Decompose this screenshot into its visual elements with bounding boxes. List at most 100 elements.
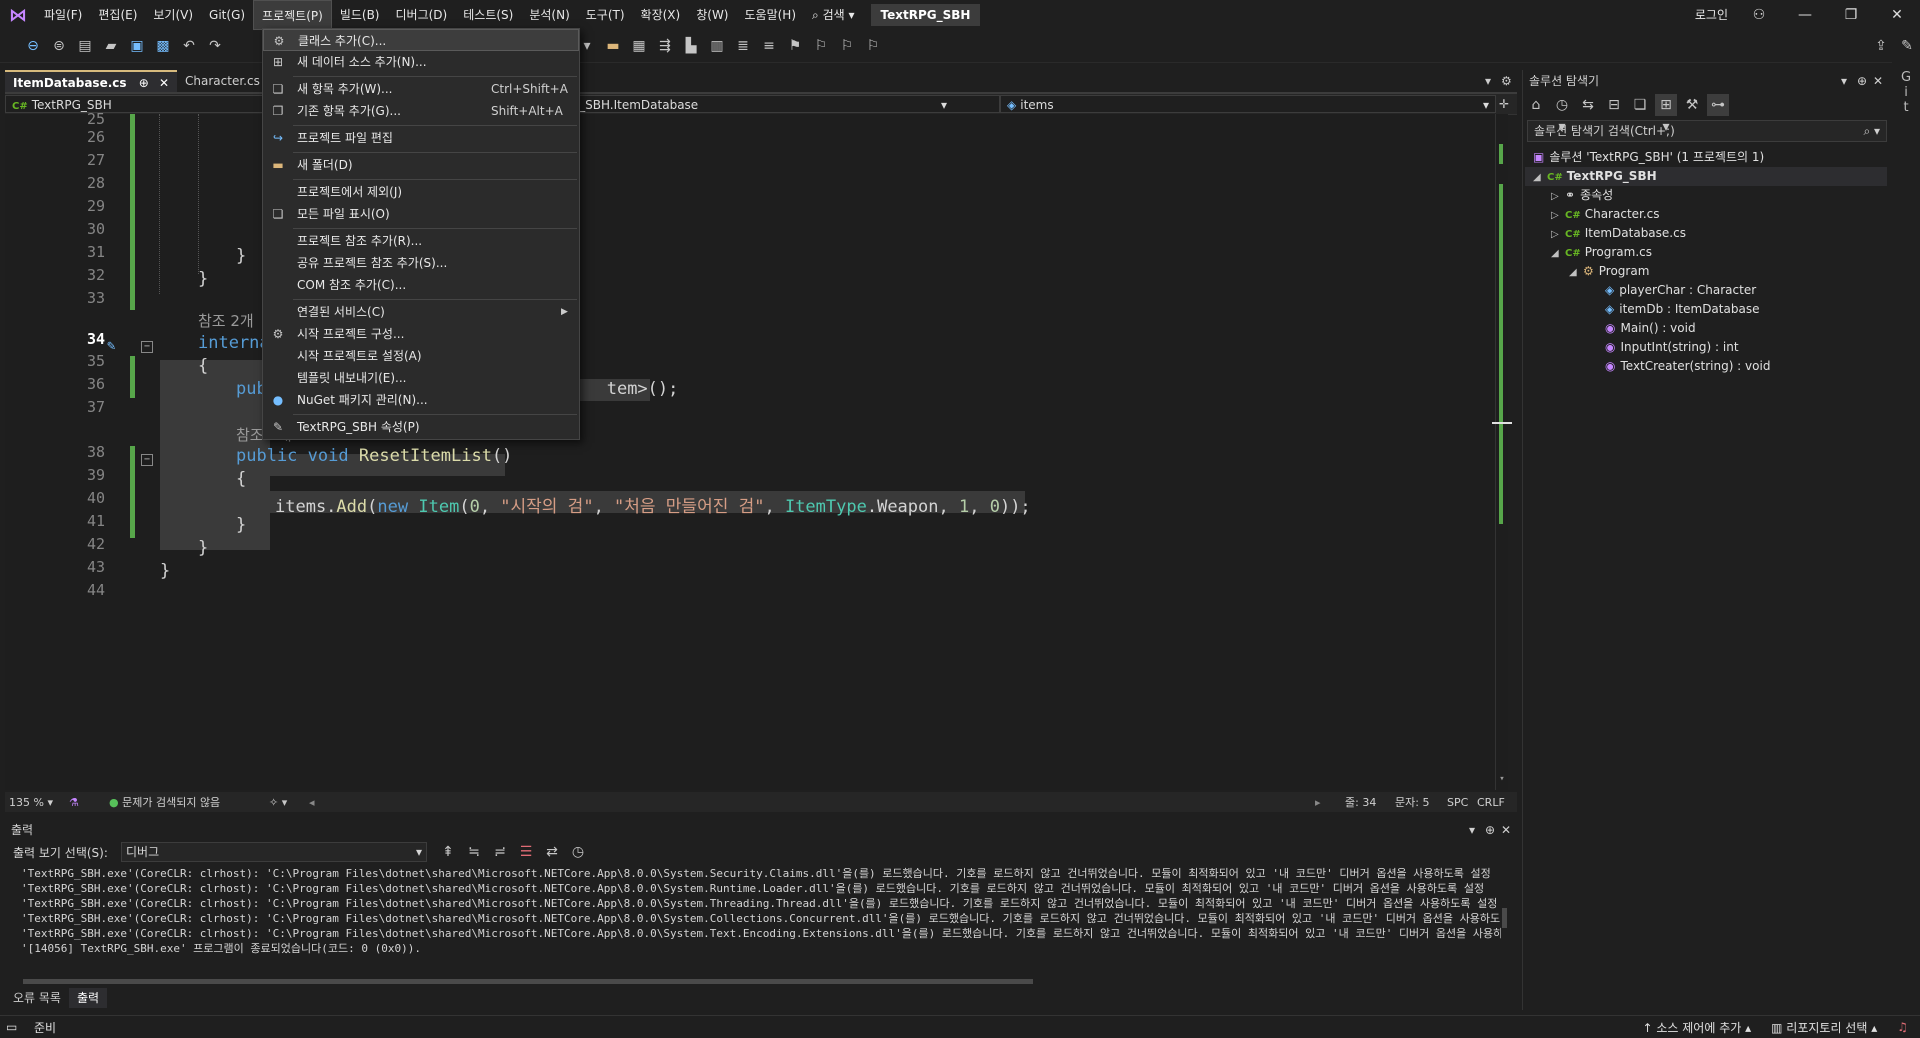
- tab-character[interactable]: Character.cs: [177, 70, 268, 92]
- tree-class-program[interactable]: ◢ ⚙ Program: [1569, 262, 1649, 281]
- open-icon[interactable]: ▰: [100, 35, 122, 57]
- comment-icon[interactable]: ≣: [732, 35, 754, 57]
- copilot-icon[interactable]: ⚗: [69, 796, 109, 809]
- tab-error-list[interactable]: 오류 목록: [5, 988, 69, 1008]
- zoom-dropdown[interactable]: 135 % ▾: [5, 796, 69, 809]
- tab-output[interactable]: 출력: [68, 988, 108, 1008]
- tree-member[interactable]: ◈ itemDb : ItemDatabase: [1605, 300, 1759, 319]
- menu-manage-nuget[interactable]: ● NuGet 패키지 관리(N)...: [263, 389, 579, 411]
- member-dropdown[interactable]: ◈ items ▾: [1000, 95, 1496, 113]
- share-icon[interactable]: ⇪: [1870, 35, 1892, 57]
- switch-view-icon[interactable]: ⊞ ▾: [1655, 94, 1677, 135]
- history-icon[interactable]: ◷ ▾: [1551, 94, 1573, 135]
- menu-git[interactable]: Git(G): [201, 0, 253, 30]
- menu-add-existing-item[interactable]: ❐ 기존 항목 추가(G)... Shift+Alt+A: [263, 100, 579, 122]
- source-control-button[interactable]: ↑ 소스 제어에 추가 ▴: [1642, 1019, 1751, 1036]
- tree-project[interactable]: ◢ C# TextRPG_SBH: [1525, 167, 1887, 186]
- menu-test[interactable]: 테스트(S): [455, 0, 521, 30]
- next-message-icon[interactable]: ≓: [489, 841, 511, 863]
- code-editor[interactable]: 25 26 27 28 29 30 31 32 33 34 35 36 37 38 39 40 41 42 43 44…: [5, 110, 1512, 790]
- panel-pin-icon[interactable]: ⊕: [1485, 820, 1501, 840]
- panel-dropdown-icon[interactable]: ▾: [1841, 70, 1857, 92]
- menu-view[interactable]: 보기(V): [145, 0, 201, 30]
- collapse-icon[interactable]: −: [141, 341, 153, 353]
- collapse-icon[interactable]: −: [141, 454, 153, 466]
- panel-dropdown-icon[interactable]: ▾: [1469, 820, 1485, 840]
- split-editor-icon[interactable]: ✛: [1496, 97, 1512, 111]
- bookmark-next-icon[interactable]: ⚐: [836, 35, 858, 57]
- tree-member[interactable]: ◉ TextCreater(string) : void: [1605, 357, 1770, 376]
- redo-icon[interactable]: ↷: [204, 35, 226, 57]
- menu-new-folder[interactable]: ▬ 새 폴더(D): [263, 154, 579, 176]
- menu-add-project-reference[interactable]: 프로젝트 참조 추가(R)...: [263, 230, 579, 252]
- code-lens-references[interactable]: 참조 2개: [198, 310, 254, 331]
- menu-edit[interactable]: 편집(E): [90, 0, 145, 30]
- collapse-all-icon[interactable]: ⊟: [1603, 94, 1625, 116]
- tree-dependencies[interactable]: ▷ ⚭ 종속성: [1551, 186, 1613, 205]
- output-text[interactable]: 'TextRPG_SBH.exe'(CoreCLR: clrhost): 'C:…: [5, 866, 1517, 956]
- h-scroll-left-icon[interactable]: ◂: [309, 796, 329, 809]
- menu-edit-project-file[interactable]: ↪ 프로젝트 파일 편집: [263, 127, 579, 149]
- restore-icon[interactable]: ❐: [1828, 7, 1874, 23]
- solution-search-input[interactable]: 솔루션 탐색기 검색(Ctrl+;) ⌕ ▾: [1527, 120, 1887, 142]
- h-scroll-right-icon[interactable]: ▸: [1315, 796, 1345, 809]
- folder-icon[interactable]: ▬: [602, 35, 624, 57]
- tree-file-program[interactable]: ◢ C# Program.cs: [1551, 243, 1652, 262]
- tab-itemdatabase[interactable]: ItemDatabase.cs ⊕ ✕: [5, 70, 178, 92]
- menu-analyze[interactable]: 분석(N): [521, 0, 577, 30]
- save-icon[interactable]: ▣: [126, 35, 148, 57]
- show-all-files-icon[interactable]: ❏: [1629, 94, 1651, 116]
- menu-debug[interactable]: 디버그(D): [388, 0, 456, 30]
- tab-settings-icon[interactable]: ⚙: [1501, 74, 1517, 88]
- menu-add-shared-reference[interactable]: 공유 프로젝트 참조 추가(S)...: [263, 252, 579, 274]
- tree-member[interactable]: ◉ Main() : void: [1605, 319, 1696, 338]
- menu-add-new-item[interactable]: ❏ 새 항목 추가(W)... Ctrl+Shift+A: [263, 78, 579, 100]
- minimize-icon[interactable]: —: [1782, 7, 1828, 23]
- panel-close-icon[interactable]: ✕: [1873, 70, 1891, 92]
- line-indicator[interactable]: 줄: 34: [1345, 794, 1395, 810]
- repository-button[interactable]: ▥ 리포지토리 선택 ▴: [1771, 1019, 1877, 1036]
- output-h-scrollbar[interactable]: [11, 977, 1501, 985]
- whitespace-indicator[interactable]: SPC: [1447, 796, 1477, 809]
- output-v-scrollbar[interactable]: [1500, 868, 1510, 978]
- step-icon[interactable]: ⇶: [654, 35, 676, 57]
- tab-overflow-icon[interactable]: ▾: [1485, 74, 1501, 88]
- preview-icon[interactable]: ⊶: [1707, 94, 1729, 116]
- word-wrap-icon[interactable]: ⇄: [541, 841, 563, 863]
- forward-icon[interactable]: ⊜: [48, 35, 70, 57]
- menu-project[interactable]: 프로젝트(P): [253, 0, 332, 30]
- timestamp-icon[interactable]: ◷: [567, 841, 589, 863]
- menu-add-com-reference[interactable]: COM 참조 추가(C)...: [263, 274, 579, 296]
- menu-exclude-from-project[interactable]: 프로젝트에서 제외(J): [263, 181, 579, 203]
- breakpoint-icon[interactable]: ▙: [680, 35, 702, 57]
- issues-indicator[interactable]: ● 문제가 검색되지 않음: [109, 794, 269, 810]
- login-button[interactable]: 로그인: [1687, 0, 1736, 30]
- home-icon[interactable]: ⌂: [1525, 94, 1547, 116]
- panel-pin-icon[interactable]: ⊕: [1857, 70, 1873, 92]
- panel-close-icon[interactable]: ✕: [1501, 820, 1517, 840]
- menu-extensions[interactable]: 확장(X): [633, 0, 689, 30]
- menu-configure-startup[interactable]: ⚙ 시작 프로젝트 구성...: [263, 323, 579, 345]
- menu-connected-services[interactable]: 연결된 서비스(C) ▶: [263, 301, 579, 323]
- menu-window[interactable]: 창(W): [688, 0, 736, 30]
- menu-add-data-source[interactable]: ⊞ 새 데이터 소스 추가(N)...: [263, 51, 579, 73]
- notifications-icon[interactable]: ♫: [1897, 1020, 1908, 1034]
- bookmark-clear-icon[interactable]: ⚐: [862, 35, 884, 57]
- git-changes-icon[interactable]: Git: [1892, 70, 1920, 115]
- menu-add-class[interactable]: ⚙ 클래스 추가(C)...: [263, 29, 579, 51]
- cleanup-icon[interactable]: ✧ ▾: [269, 796, 309, 809]
- tree-solution[interactable]: ▣ 솔루션 'TextRPG_SBH' (1 프로젝트의 1): [1533, 148, 1764, 167]
- menu-export-template[interactable]: 템플릿 내보내기(E)...: [263, 367, 579, 389]
- sync-icon[interactable]: ⇆: [1577, 94, 1599, 116]
- pin-icon[interactable]: ⊕: [139, 76, 149, 90]
- bookmark-prev-icon[interactable]: ⚐: [810, 35, 832, 57]
- menu-file[interactable]: 파일(F): [36, 0, 90, 30]
- undo-icon[interactable]: ↶: [178, 35, 200, 57]
- bookmark-icon[interactable]: ⚑: [784, 35, 806, 57]
- menu-show-all-files[interactable]: ❏ 모든 파일 표시(O): [263, 203, 579, 225]
- prev-message-icon[interactable]: ≒: [463, 841, 485, 863]
- column-indicator[interactable]: 문자: 5: [1395, 794, 1447, 810]
- tab-close-icon[interactable]: ✕: [159, 76, 169, 90]
- clear-all-icon[interactable]: ☰: [515, 841, 537, 863]
- vs-logo-icon[interactable]: ⋈: [0, 5, 36, 26]
